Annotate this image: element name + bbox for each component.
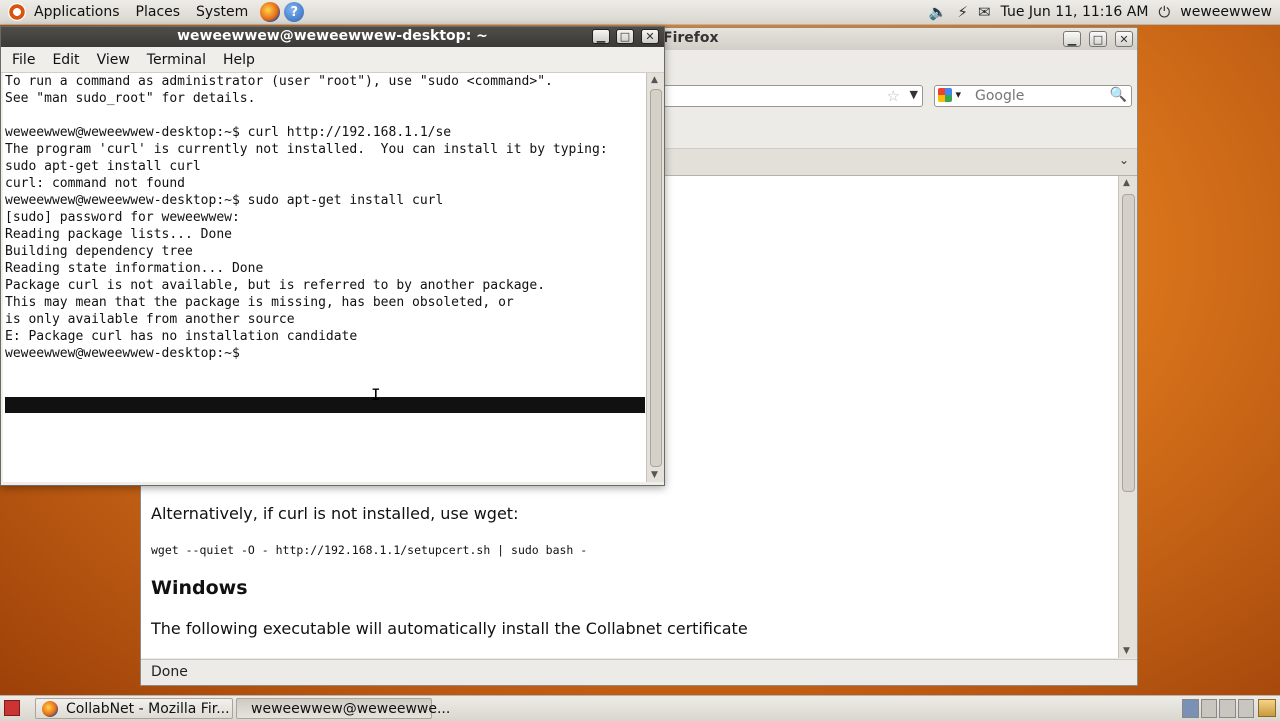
taskbar-terminal-label: weweewwew@weweewwe...: [251, 700, 451, 717]
workspace-1[interactable]: [1182, 699, 1199, 718]
url-bar[interactable]: ☆ ▼: [661, 85, 923, 107]
terminal-titlebar[interactable]: weweewwew@weweewwew-desktop: ~ ▁ □ ✕: [1, 27, 664, 47]
terminal-menu-view[interactable]: View: [91, 52, 136, 68]
workspace-2[interactable]: [1200, 699, 1217, 718]
panel-tray: 🔈 ⚡ ✉ Tue Jun 11, 11:16 AM ⏻ weweewwew: [929, 3, 1280, 21]
page-paragraph-alternative: Alternatively, if curl is not installed,…: [151, 504, 519, 523]
menu-applications[interactable]: Applications: [26, 0, 128, 24]
workspace-switcher[interactable]: [1182, 699, 1254, 718]
terminal-menu-file[interactable]: File: [6, 52, 41, 68]
terminal-menubar: File Edit View Terminal Help: [1, 48, 664, 73]
terminal-highlight-bar: [5, 397, 645, 413]
power-icon[interactable]: ⏻: [1158, 3, 1170, 21]
terminal-window: weweewwew@weweewwew-desktop: ~ ▁ □ ✕ Fil…: [0, 26, 665, 486]
bookmark-star-icon[interactable]: ☆: [887, 87, 900, 105]
firefox-icon: [42, 700, 58, 717]
terminal-maximize-button[interactable]: □: [616, 29, 634, 44]
mail-icon[interactable]: ✉: [978, 3, 991, 21]
workspace-4[interactable]: [1237, 699, 1254, 718]
terminal-scroll-down-icon[interactable]: ▼: [651, 470, 658, 480]
terminal-scrollbar[interactable]: ▲ ▼: [646, 73, 664, 482]
status-bar: Done: [141, 659, 1137, 686]
page-scrollbar[interactable]: ▲ ▼: [1118, 176, 1137, 658]
maximize-button[interactable]: □: [1089, 31, 1107, 47]
search-input[interactable]: [973, 87, 1107, 105]
scroll-down-icon[interactable]: ▼: [1123, 646, 1130, 656]
top-panel: Applications Places System ? 🔈 ⚡ ✉ Tue J…: [0, 0, 1280, 25]
terminal-output: To run a command as administrator (user …: [5, 74, 608, 361]
minimize-button[interactable]: ▁: [1063, 31, 1081, 47]
volume-icon[interactable]: 🔈: [929, 3, 948, 21]
page-paragraph-windows: The following executable will automatica…: [151, 619, 748, 638]
terminal-window-title: weweewwew@weweewwew-desktop: ~: [177, 28, 488, 44]
taskbar-firefox-button[interactable]: CollabNet - Mozilla Fir...: [35, 698, 233, 719]
terminal-minimize-button[interactable]: ▁: [592, 29, 610, 44]
google-icon: [938, 88, 952, 102]
search-icon[interactable]: 🔍: [1110, 87, 1127, 103]
taskbar-terminal-button[interactable]: weweewwew@weweewwe...: [236, 698, 450, 719]
terminal-menu-help[interactable]: Help: [217, 52, 261, 68]
terminal-menu-terminal[interactable]: Terminal: [141, 52, 212, 68]
page-heading-windows: Windows: [151, 577, 248, 599]
page-scroll-thumb[interactable]: [1122, 194, 1135, 492]
text-cursor-icon: I: [371, 385, 381, 404]
workspace-3[interactable]: [1219, 699, 1236, 718]
terminal-close-button[interactable]: ✕: [641, 29, 659, 44]
menu-system[interactable]: System: [188, 0, 256, 24]
help-icon[interactable]: ?: [284, 2, 305, 22]
page-code-wget: wget --quiet -O - http://192.168.1.1/set…: [151, 543, 588, 557]
menu-places[interactable]: Places: [128, 0, 189, 24]
status-text: Done: [151, 664, 188, 680]
user-name[interactable]: weweewwew: [1180, 4, 1272, 20]
terminal-menu-edit[interactable]: Edit: [46, 52, 85, 68]
search-box[interactable]: ▾ 🔍: [934, 85, 1132, 107]
scroll-up-icon[interactable]: ▲: [1123, 178, 1130, 188]
url-dropdown-icon[interactable]: ▼: [910, 88, 918, 101]
search-engine-selector[interactable]: ▾: [938, 88, 968, 104]
ubuntu-logo-icon[interactable]: [8, 3, 26, 21]
terminal-scroll-up-icon[interactable]: ▲: [651, 75, 658, 85]
close-button[interactable]: ✕: [1115, 31, 1133, 47]
firefox-window-title: Firefox: [663, 30, 719, 46]
bottom-panel: CollabNet - Mozilla Fir... weweewwew@wew…: [0, 695, 1280, 721]
tab-list-chevron-icon[interactable]: ⌄: [1119, 153, 1129, 167]
terminal-scroll-thumb[interactable]: [650, 89, 662, 467]
trash-icon[interactable]: [1258, 699, 1276, 717]
terminal-screen[interactable]: To run a command as administrator (user …: [3, 73, 646, 482]
firefox-launcher-icon[interactable]: [260, 2, 281, 22]
taskbar-firefox-label: CollabNet - Mozilla Fir...: [66, 700, 230, 717]
show-desktop-button[interactable]: [4, 700, 20, 716]
clock[interactable]: Tue Jun 11, 11:16 AM: [1001, 4, 1149, 20]
network-icon[interactable]: ⚡: [957, 3, 968, 21]
